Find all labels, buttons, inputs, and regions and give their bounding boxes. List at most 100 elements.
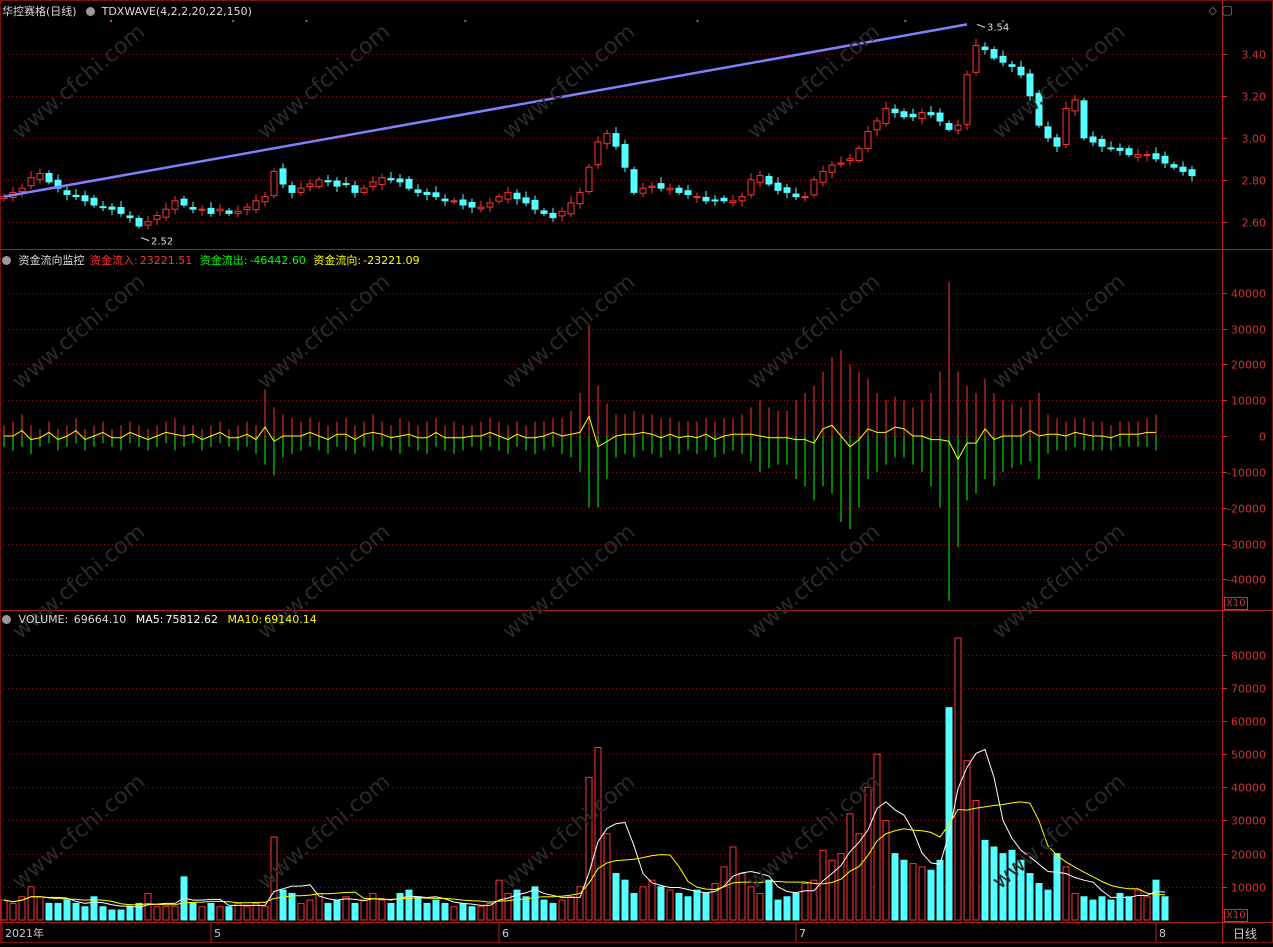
candle-up: [369, 181, 377, 188]
candle-down: [342, 183, 350, 186]
volume-bar-down: [45, 902, 53, 921]
volume-bar-up: [1134, 889, 1142, 921]
volume-bar-up: [360, 899, 368, 921]
volume-bar-up: [342, 896, 350, 921]
candle-down: [468, 201, 476, 208]
volume-bar-up: [738, 873, 746, 921]
candle-down: [1125, 148, 1133, 156]
circle-collapse-icon[interactable]: [86, 7, 96, 16]
volume-bar-down: [1053, 853, 1061, 921]
candle-up: [162, 208, 170, 218]
volume-bar-down: [936, 859, 944, 921]
flow-tick-label: 30000: [1231, 324, 1266, 337]
volume-bar-down: [900, 859, 908, 921]
candle-down: [711, 199, 719, 202]
candle-up: [261, 196, 269, 203]
volume-bar-down: [927, 869, 935, 921]
candle-down: [684, 190, 692, 196]
period-label[interactable]: 日线: [1233, 925, 1257, 942]
volume-bar-down: [702, 892, 710, 921]
low-price-annotation: 2.52: [151, 237, 173, 248]
ma5-value: 75812.62: [165, 613, 219, 626]
volume-tick-label: 60000: [1231, 716, 1266, 729]
candle-up: [1143, 154, 1151, 157]
candle-up: [1134, 154, 1142, 158]
watermark-text: www.cfchi.com: [253, 269, 395, 394]
signal-dot: [305, 20, 308, 22]
volume-bar-up: [810, 879, 818, 921]
candle-down: [189, 207, 197, 210]
candle-down: [657, 183, 665, 189]
volume-bar-up: [261, 906, 269, 921]
high-arrow: [976, 23, 986, 28]
candle-down: [900, 111, 908, 118]
volume-tick-label: 80000: [1231, 650, 1266, 663]
volume-bar-down: [783, 896, 791, 921]
candle-up: [495, 196, 503, 202]
candle-up: [639, 187, 647, 194]
candle-down: [612, 133, 620, 147]
volume-bar-up: [972, 800, 980, 921]
panel1-header: 华控赛格(日线) TDXWAVE(4,2,2,20,22,150): [2, 3, 252, 19]
x-axis-label: 5: [214, 927, 221, 940]
candle-down: [1008, 64, 1016, 67]
volume-bar-up: [756, 892, 764, 921]
watermark-text: www.cfchi.com: [988, 519, 1130, 644]
candle-up: [918, 112, 926, 119]
candle-down: [207, 207, 215, 214]
candle-up: [18, 187, 26, 193]
chart-canvas: 2.60 2.80 3.00 3.20 3.40 3.54 2.52 40000 30000 20…: [0, 0, 1273, 943]
volume-bar-down: [1152, 879, 1160, 921]
watermark-text: www.cfchi.com: [253, 769, 395, 894]
candle-up: [315, 179, 323, 188]
flow-tick-label: 0: [1259, 431, 1266, 444]
panel2-header: 资金流向监控 资金流入: 23221.51 资金流出: -46442.60 资金流向…: [2, 252, 420, 268]
circle-collapse-icon[interactable]: [2, 615, 11, 624]
volume-tick-label: 50000: [1231, 749, 1266, 762]
volume-bar-down: [108, 909, 116, 921]
candle-down: [1179, 166, 1187, 172]
circle-collapse-icon[interactable]: [2, 256, 11, 265]
diamond-icon[interactable]: ◇: [1209, 4, 1217, 17]
candle-down: [1152, 153, 1160, 160]
candle-down: [126, 215, 134, 219]
window-close-icon[interactable]: ▢: [1222, 3, 1233, 17]
volume-bar-down: [333, 899, 341, 921]
volume-bar-up: [9, 902, 17, 921]
watermark-text: www.cfchi.com: [498, 269, 640, 394]
candle-up: [153, 215, 161, 220]
candle-down: [45, 173, 53, 183]
candle-up: [873, 120, 881, 131]
candle-up: [648, 185, 656, 188]
volume-bar-up: [963, 760, 971, 921]
signal-dot: [904, 20, 907, 22]
candle-down: [936, 112, 944, 122]
volume-bar-down: [72, 902, 80, 921]
volume-bar-up: [162, 906, 170, 921]
volume-bar-up: [918, 866, 926, 921]
volume-bar-down: [1161, 896, 1169, 921]
signal-dot: [1002, 20, 1005, 22]
candle-down: [1188, 169, 1196, 177]
volume-tick-label: 70000: [1231, 683, 1266, 696]
signal-dot: [696, 20, 699, 22]
candle-up: [810, 179, 818, 196]
indicator-label: TDXWAVE(4,2,2,20,22,150): [101, 5, 252, 18]
high-price-annotation: 3.54: [987, 22, 1009, 33]
candle-up: [747, 179, 755, 196]
candle-down: [990, 49, 998, 59]
volume-bar-down: [945, 707, 953, 921]
volume-bar-down: [1026, 873, 1034, 921]
volume-bar-up: [855, 833, 863, 921]
candle-up: [216, 208, 224, 212]
flow-in-value: 23221.51: [139, 254, 193, 267]
candle-up: [729, 200, 737, 203]
watermark-text: www.cfchi.com: [253, 19, 395, 144]
volume-bar-down: [1098, 896, 1106, 921]
candle-up: [837, 162, 845, 165]
candle-down: [225, 210, 233, 214]
volume-bar-down: [459, 902, 467, 921]
flow-tick-label: -40000: [1227, 574, 1266, 587]
watermark-text: www.cfchi.com: [988, 269, 1130, 394]
candle-down: [792, 193, 800, 198]
